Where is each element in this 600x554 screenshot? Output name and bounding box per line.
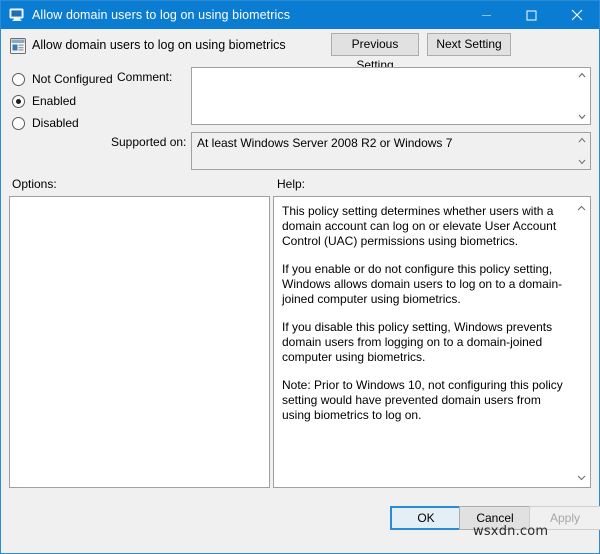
policy-setting-icon — [9, 37, 27, 55]
scroll-up-icon[interactable] — [577, 135, 587, 145]
scroll-down-icon[interactable] — [577, 157, 587, 167]
help-paragraph: If you enable or do not configure this p… — [282, 262, 563, 306]
radio-disabled-mark — [12, 116, 25, 130]
panels-area: This policy setting determines whether u… — [1, 196, 599, 492]
radio-disabled[interactable]: Disabled — [12, 114, 79, 132]
comment-label: Comment: — [117, 70, 173, 84]
supported-on-scrollbar[interactable] — [574, 133, 590, 169]
comment-scrollbar[interactable] — [574, 68, 590, 124]
configuration-area: Not Configured Enabled Disabled Comment:… — [1, 62, 599, 174]
radio-not-configured-label: Not Configured — [32, 72, 113, 86]
panel-labels: Options: Help: — [1, 174, 599, 196]
minimize-button[interactable] — [464, 1, 509, 29]
window-title: Allow domain users to log on using biome… — [32, 8, 291, 22]
radio-disabled-label: Disabled — [32, 116, 79, 130]
comment-textarea[interactable] — [191, 67, 591, 125]
watermark: wsxdn.com — [473, 524, 549, 539]
scroll-up-icon[interactable] — [577, 70, 587, 80]
radio-not-configured[interactable]: Not Configured — [12, 70, 113, 88]
help-text: This policy setting determines whether u… — [274, 197, 573, 487]
setting-header: Allow domain users to log on using biome… — [1, 29, 599, 72]
scroll-up-icon[interactable] — [577, 200, 586, 214]
close-button[interactable] — [554, 1, 599, 29]
help-paragraph: Note: Prior to Windows 10, not configuri… — [282, 378, 563, 422]
maximize-button[interactable] — [509, 1, 554, 29]
help-scrollbar[interactable] — [573, 197, 590, 487]
ok-button[interactable]: OK — [390, 506, 462, 530]
supported-on-textarea[interactable]: At least Windows Server 2008 R2 or Windo… — [191, 132, 591, 170]
radio-enabled[interactable]: Enabled — [12, 92, 76, 110]
options-label: Options: — [12, 177, 57, 191]
radio-enabled-mark — [12, 94, 25, 108]
scroll-down-icon[interactable] — [577, 470, 586, 484]
supported-on-value: At least Windows Server 2008 R2 or Windo… — [197, 136, 453, 150]
scroll-down-icon[interactable] — [577, 112, 587, 122]
next-setting-button[interactable]: Next Setting — [427, 33, 511, 56]
radio-not-configured-mark — [12, 72, 25, 86]
policy-monitor-icon — [9, 7, 25, 23]
setting-title: Allow domain users to log on using biome… — [32, 38, 286, 52]
policy-setting-dialog: Allow domain users to log on using biome… — [0, 0, 600, 554]
options-panel[interactable] — [9, 196, 270, 488]
help-label: Help: — [277, 177, 306, 191]
dialog-footer: OK Cancel Apply wsxdn.com — [1, 492, 600, 553]
radio-enabled-label: Enabled — [32, 94, 77, 108]
help-paragraph: This policy setting determines whether u… — [282, 204, 557, 248]
supported-on-label: Supported on: — [111, 135, 187, 149]
help-panel[interactable]: This policy setting determines whether u… — [273, 196, 591, 488]
title-bar: Allow domain users to log on using biome… — [1, 1, 599, 29]
comment-value — [192, 68, 574, 124]
previous-setting-button[interactable]: Previous Setting — [331, 33, 419, 72]
help-paragraph: If you disable this policy setting, Wind… — [282, 320, 553, 364]
